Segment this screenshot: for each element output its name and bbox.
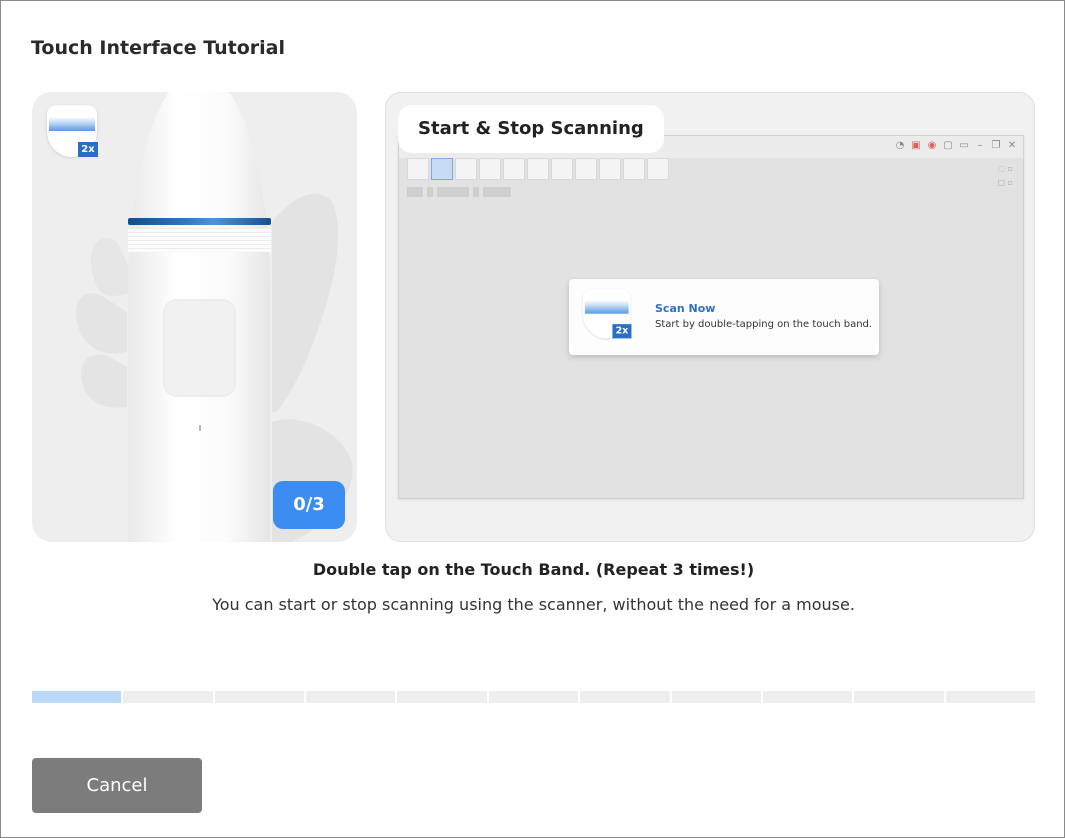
progress-step [214,691,305,703]
touch-tutorial-dialog: Touch Interface Tutorial 2x 0/3 ◔ ▣ ◉ ▢ ▭ – ❐ ✕ [0,0,1065,838]
progress-step [488,691,579,703]
toast-badge: 2x [612,324,632,339]
progress-step [945,691,1035,703]
toast-text: Start by double-tapping on the touch ban… [655,319,873,330]
instruction-title: Double tap on the Touch Band. (Repeat 3 … [312,560,755,579]
progress-step [306,691,396,703]
window-controls: ◔ ▣ ◉ ▢ ▭ – ❐ ✕ [895,140,1017,151]
progress-step [854,691,944,703]
progress-step [762,691,853,703]
progress-step [397,691,487,703]
side-icons: ◌ ▫ ▢ ▫ [997,164,1013,187]
scanner-button [163,299,236,397]
preview-subtoolbar [407,187,511,197]
progress-step [32,691,122,703]
toast-title: Scan Now [655,302,716,315]
scanner-indicator [199,425,201,431]
progress-step [671,691,761,703]
tutorial-progress [32,691,1035,703]
tap-counter: 0/3 [273,481,345,529]
screen-label: Start & Stop Scanning [398,105,664,153]
scanner-grip [128,228,271,252]
app-window-preview: ◔ ▣ ◉ ▢ ▭ – ❐ ✕ ◌ ▫ ▢ ▫ 2x Scan Now Start by dou [398,135,1024,499]
touch-band [128,218,271,225]
progress-step [123,691,213,703]
preview-toolbar [407,158,669,180]
scanner-illustration: 2x 0/3 [32,92,357,542]
touch-band-icon: 2x [47,105,99,161]
instruction-text: You can start or stop scanning using the… [212,595,855,614]
touch-band-icon: 2x [583,289,632,342]
scan-now-toast: 2x Scan Now Start by double-tapping on t… [569,279,879,355]
progress-step [580,691,670,703]
screen-illustration: ◔ ▣ ◉ ▢ ▭ – ❐ ✕ ◌ ▫ ▢ ▫ 2x Scan Now Start by dou [385,92,1035,542]
tap-count-badge: 2x [78,142,98,157]
dialog-title: Touch Interface Tutorial [31,37,285,59]
cancel-button[interactable]: Cancel [32,758,202,813]
